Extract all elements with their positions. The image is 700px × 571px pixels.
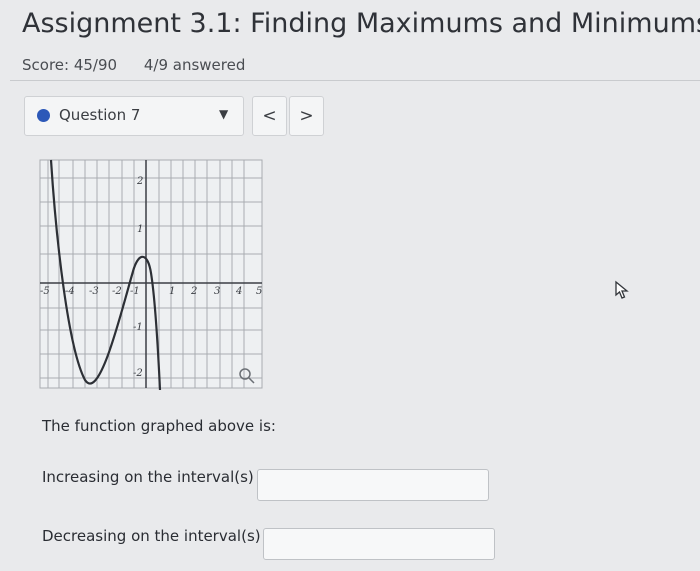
next-question-button[interactable]: > xyxy=(289,96,324,136)
decreasing-label: Decreasing on the interval(s) xyxy=(42,527,261,545)
x-tick-label: 3 xyxy=(214,286,220,297)
x-tick-label: 5 xyxy=(256,286,262,297)
assignment-title: Assignment 3.1: Finding Maximums and Min… xyxy=(22,8,700,39)
x-tick-label: -4 xyxy=(65,286,75,297)
answered-count: 4/9 answered xyxy=(143,56,246,74)
question-select[interactable]: Question 7 ▼ xyxy=(24,96,244,136)
x-tick-label: 2 xyxy=(190,286,197,297)
increasing-label: Increasing on the interval(s) xyxy=(42,468,254,486)
question-label: Question 7 xyxy=(59,106,141,124)
previous-question-button[interactable]: < xyxy=(252,96,287,136)
status-dot-icon xyxy=(37,109,50,122)
y-tick-label: 1 xyxy=(137,224,143,235)
x-tick-label: 4 xyxy=(235,286,242,297)
x-tick-label: -1 xyxy=(130,286,140,297)
x-tick-label: -2 xyxy=(112,286,122,297)
x-tick-label: 1 xyxy=(169,286,175,297)
graph-svg: -5 -4 -3 -2 -1 1 2 3 4 5 2 1 -1 -2 xyxy=(39,159,263,391)
score-text: Score: 45/90 xyxy=(22,56,118,74)
question-prompt: The function graphed above is: xyxy=(42,417,276,435)
y-tick-label: -1 xyxy=(133,322,143,333)
x-tick-label: -5 xyxy=(40,286,50,297)
header-divider xyxy=(10,80,700,81)
x-tick-label: -3 xyxy=(89,286,99,297)
mouse-cursor-icon xyxy=(614,280,632,304)
y-tick-label: -2 xyxy=(133,368,143,379)
chevron-down-icon: ▼ xyxy=(219,107,229,121)
increasing-interval-input[interactable] xyxy=(257,469,489,501)
y-tick-label: 2 xyxy=(136,176,143,187)
function-graph: -5 -4 -3 -2 -1 1 2 3 4 5 2 1 -1 -2 xyxy=(34,158,274,398)
decreasing-interval-input[interactable] xyxy=(263,528,495,560)
score-row: Score: 45/90 4/9 answered xyxy=(22,56,267,74)
